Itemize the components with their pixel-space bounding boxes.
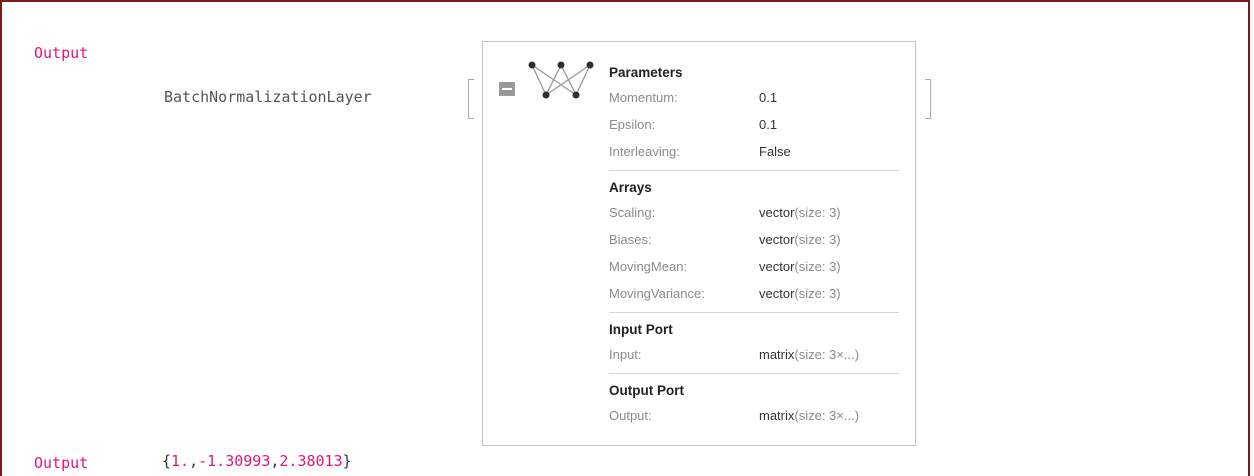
port-type: matrix [759,347,795,362]
array-type: vector [759,286,795,301]
output-label: Output [34,44,89,62]
param-row: Interleaving: False [609,138,899,165]
array-size: (size: 3) [794,259,841,274]
port-row: Output: matrix (size: 3×...) [609,402,899,429]
bracket-right [925,79,931,119]
param-row: Epsilon: 0.1 [609,111,899,138]
array-type: vector [759,232,795,247]
section-title-input-port: Input Port [609,322,673,337]
array-size: (size: 3) [794,232,841,247]
result-value: 2.38013 [279,452,343,470]
layer-head: BatchNormalizationLayer [164,88,372,106]
section-divider [609,373,899,374]
bracket-left [468,79,474,119]
param-row: Momentum: 0.1 [609,84,899,111]
layer-details: Parameters Momentum: 0.1 Epsilon: 0.1 In… [609,62,899,429]
array-row: MovingMean: vector (size: 3) [609,253,899,280]
param-key: Epsilon: [609,117,656,132]
array-row: Biases: vector (size: 3) [609,226,899,253]
port-size: (size: 3×...) [794,408,860,423]
param-value: False [759,144,791,159]
output-result: {1.,-1.30993,2.38013} [162,452,352,470]
port-key: Output: [609,408,652,423]
section-title-arrays: Arrays [609,180,652,195]
array-type: vector [759,205,795,220]
result-value: -1.30993 [198,452,271,470]
section-divider [609,312,899,313]
section-divider [609,170,899,171]
port-size: (size: 3×...) [794,347,860,362]
result-value: 1. [171,452,190,470]
layer-summary-panel: Parameters Momentum: 0.1 Epsilon: 0.1 In… [482,41,916,446]
param-key: Momentum: [609,90,678,105]
array-size: (size: 3) [794,286,841,301]
port-row: Input: matrix (size: 3×...) [609,341,899,368]
array-key: MovingMean: [609,259,688,274]
param-value: 0.1 [759,117,778,132]
brace-close: } [342,452,352,470]
network-graph-icon [528,61,594,99]
array-row: MovingVariance: vector (size: 3) [609,280,899,307]
section-title-output-port: Output Port [609,383,684,398]
array-key: Biases: [609,232,652,247]
param-key: Interleaving: [609,144,680,159]
array-key: Scaling: [609,205,656,220]
array-type: vector [759,259,795,274]
comma: , [189,452,199,470]
port-type: matrix [759,408,795,423]
param-value: 0.1 [759,90,778,105]
minus-square-icon[interactable] [499,82,515,96]
output-label: Output [34,454,89,472]
array-key: MovingVariance: [609,286,705,301]
array-row: Scaling: vector (size: 3) [609,199,899,226]
brace-open: { [162,452,172,470]
section-title-parameters: Parameters [609,65,683,80]
array-size: (size: 3) [794,205,841,220]
port-key: Input: [609,347,642,362]
